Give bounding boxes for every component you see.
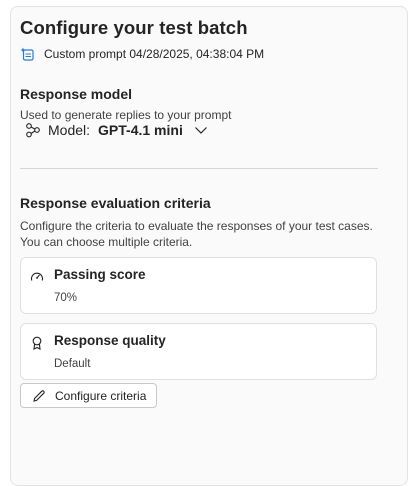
- model-nodes-icon: [25, 122, 41, 138]
- model-label: Model:: [48, 122, 91, 138]
- criteria-card-response-quality[interactable]: Response quality Default: [20, 323, 377, 380]
- criteria-title: Response quality: [54, 333, 166, 348]
- criteria-card-passing-score[interactable]: Passing score 70%: [20, 257, 377, 314]
- evaluation-description-line-2: You can choose multiple criteria.: [20, 235, 193, 249]
- criteria-title: Passing score: [54, 267, 146, 282]
- evaluation-criteria-heading: Response evaluation criteria: [20, 195, 211, 211]
- model-value: GPT-4.1 mini: [98, 122, 183, 138]
- panel-title: Configure your test batch: [20, 17, 248, 38]
- response-model-description: Used to generate replies to your prompt: [20, 108, 232, 122]
- ribbon-icon: [30, 336, 44, 350]
- section-divider: [20, 168, 378, 169]
- criteria-value: Default: [54, 358, 91, 370]
- pencil-icon: [32, 389, 46, 403]
- configure-criteria-button[interactable]: Configure criteria: [20, 383, 158, 408]
- response-model-heading: Response model: [20, 86, 133, 102]
- evaluation-description-line-1: Configure the criteria to evaluate the r…: [20, 219, 373, 233]
- custom-prompt-label: Custom prompt 04/28/2025, 04:38:04 PM: [44, 47, 265, 61]
- custom-prompt-row: Custom prompt 04/28/2025, 04:38:04 PM: [20, 46, 264, 62]
- chevron-down-icon[interactable]: [194, 123, 208, 137]
- custom-prompt-icon: [20, 46, 36, 62]
- configure-criteria-label: Configure criteria: [55, 388, 147, 403]
- model-selector[interactable]: Model: GPT-4.1 mini: [25, 122, 208, 138]
- criteria-value: 70%: [54, 292, 78, 304]
- gauge-icon: [30, 270, 44, 284]
